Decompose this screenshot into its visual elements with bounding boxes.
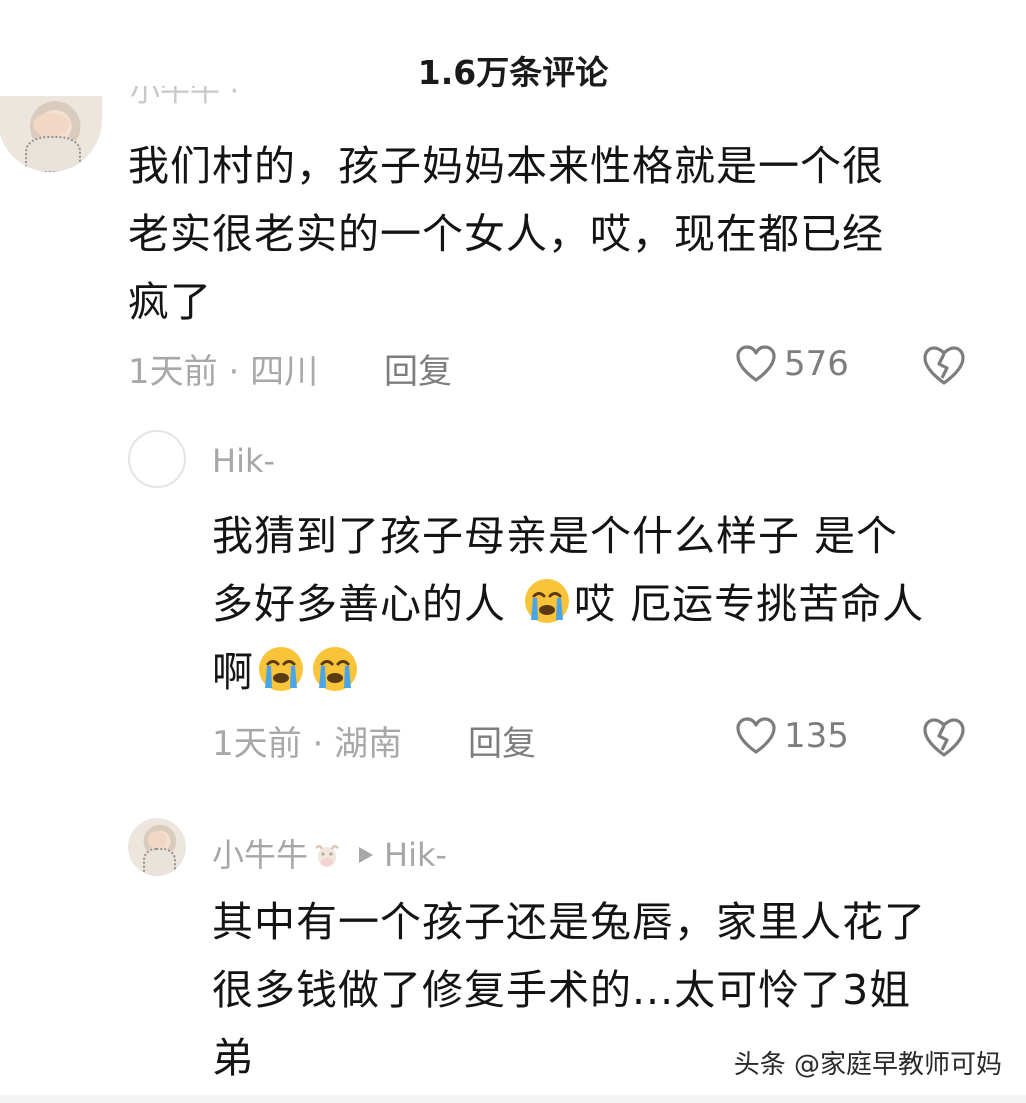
comment-username[interactable]: Hik- xyxy=(212,442,275,480)
comment-item: 小牛牛 · 我们村的，孩子妈妈本来性格就是一个很 老实很老实的一个女人，哎，现在… xyxy=(0,0,1026,400)
dislike-button[interactable] xyxy=(922,718,966,762)
like-count: 135 xyxy=(784,716,849,756)
comment-meta: 1天前 · 湖南 xyxy=(212,724,403,764)
loudly-crying-face-icon xyxy=(313,647,357,691)
comment-location: 湖南 xyxy=(334,724,403,764)
play-arrow-icon xyxy=(359,847,374,863)
reply-to-username[interactable]: Hik- xyxy=(384,836,447,874)
heart-outline-icon xyxy=(736,345,776,382)
reply-button[interactable]: 回复 xyxy=(468,716,536,765)
comment-location: 四川 xyxy=(250,352,319,392)
avatar[interactable] xyxy=(0,96,102,172)
dislike-button[interactable] xyxy=(922,346,966,390)
comment-time: 1天前 xyxy=(128,352,218,392)
comment-meta: 1天前 · 四川 xyxy=(128,352,319,392)
watermark: 头条 @家庭早教师可妈 xyxy=(733,1050,1002,1080)
bottom-divider xyxy=(0,1095,1026,1103)
username-text[interactable]: 小牛牛 xyxy=(212,836,308,874)
comment-username: 小牛牛 Hik- xyxy=(212,830,447,876)
like-count: 576 xyxy=(784,344,849,384)
like-button[interactable]: 135 xyxy=(736,716,849,756)
avatar[interactable] xyxy=(128,818,186,876)
like-button[interactable]: 576 xyxy=(736,344,849,384)
loudly-crying-face-icon xyxy=(525,579,570,623)
comment-item: Hik- 我猜到了孩子母亲是个什么样子 是个 多好多善心的人 哎 厄运专挑苦命人… xyxy=(0,400,1026,790)
comment-time: 1天前 xyxy=(212,724,302,764)
loudly-crying-face-icon xyxy=(259,647,303,691)
cow-face-icon xyxy=(315,845,339,867)
reply-button[interactable]: 回复 xyxy=(384,344,452,393)
broken-heart-icon xyxy=(923,346,965,385)
clipped-username: 小牛牛 · xyxy=(130,86,240,104)
comment-text: 我猜到了孩子母亲是个什么样子 是个 多好多善心的人 哎 厄运专挑苦命人 啊 xyxy=(212,512,925,696)
comment-text: 我们村的，孩子妈妈本来性格就是一个很 老实很老实的一个女人，哎，现在都已经 疯了 xyxy=(128,142,884,326)
avatar[interactable] xyxy=(128,430,186,488)
broken-heart-icon xyxy=(923,718,965,757)
heart-outline-icon xyxy=(736,717,776,754)
